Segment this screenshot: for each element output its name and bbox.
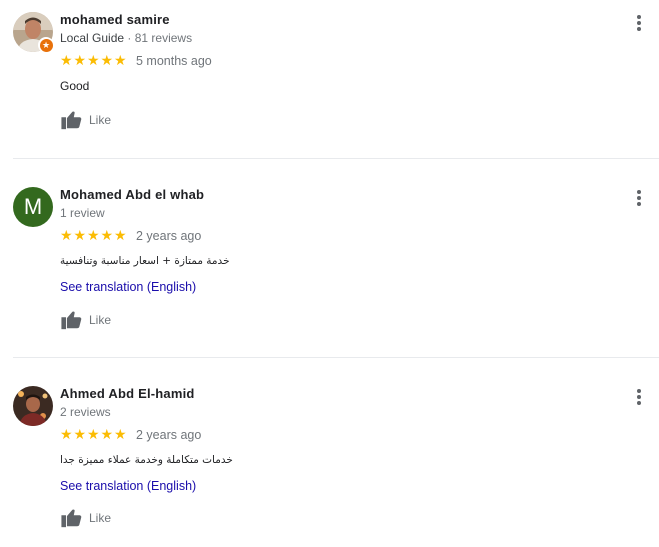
star-icon: ★ [87, 52, 100, 68]
review-time: 2 years ago [136, 229, 202, 243]
like-label: Like [89, 511, 112, 525]
like-label: Like [89, 313, 112, 327]
star-icon: ★ [87, 227, 100, 243]
reviewer-name[interactable]: Mohamed Abd el whab [60, 187, 204, 202]
star-icon: ★ [100, 227, 114, 243]
star-icon: ★ [114, 52, 127, 68]
reviews-count: 2 reviews [60, 405, 111, 419]
reviewer-avatar[interactable] [13, 386, 53, 426]
more-options-icon[interactable] [630, 12, 648, 36]
star-rating: ★ ★ ★ ★ ★ [60, 52, 128, 68]
divider [13, 357, 659, 358]
star-icon: ★ [114, 227, 127, 243]
like-label: Like [89, 113, 112, 127]
star-icon: ★ [73, 52, 87, 68]
see-translation-link[interactable]: See translation (English) [60, 280, 196, 294]
review-text: خدمة ممتازة + اسعار مناسبة وتنافسية [60, 255, 230, 267]
review-time: 5 months ago [136, 54, 212, 68]
star-icon: ★ [60, 426, 73, 442]
star-icon: ★ [87, 426, 100, 442]
star-icon: ★ [73, 227, 87, 243]
thumbs-up-icon [61, 509, 82, 528]
review-time: 2 years ago [136, 428, 202, 442]
more-options-icon[interactable] [630, 187, 648, 211]
review-text: خدمات متكاملة وخدمة عملاء مميزة جدا [60, 454, 233, 466]
star-icon: ★ [100, 426, 114, 442]
local-guide-badge-icon: ★ [38, 37, 54, 53]
see-translation-link[interactable]: See translation (English) [60, 479, 196, 493]
reviews-count: 81 reviews [134, 31, 193, 45]
star-icon: ★ [60, 52, 73, 68]
star-icon: ★ [60, 227, 73, 243]
reviewer-avatar[interactable]: M [13, 187, 53, 227]
like-button[interactable]: Like [60, 109, 111, 131]
reviewer-name[interactable]: mohamed samire [60, 12, 170, 27]
local-guide-label: Local Guide [60, 31, 125, 45]
star-icon: ★ [100, 52, 114, 68]
like-button[interactable]: Like [60, 309, 111, 331]
reviewer-name[interactable]: Ahmed Abd El-hamid [60, 386, 195, 401]
reviews-count: 1 review [60, 206, 105, 220]
review-text: Good [60, 79, 90, 93]
star-icon: ★ [114, 426, 127, 442]
thumbs-up-icon [61, 311, 82, 330]
star-icon: ★ [73, 426, 87, 442]
reviewer-meta: Local Guide · 81 reviews [60, 31, 192, 45]
divider [13, 158, 659, 159]
thumbs-up-icon [61, 111, 82, 130]
star-rating: ★ ★ ★ ★ ★ [60, 227, 128, 243]
star-rating: ★ ★ ★ ★ ★ [60, 426, 128, 442]
more-options-icon[interactable] [630, 386, 648, 410]
like-button[interactable]: Like [60, 507, 111, 529]
separator-dot: · [127, 31, 132, 45]
